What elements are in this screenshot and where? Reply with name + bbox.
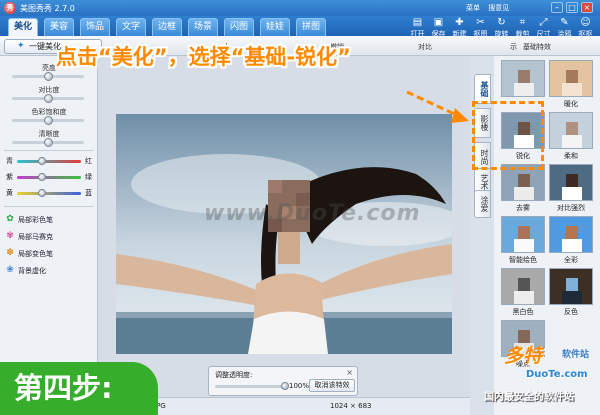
effect-preview	[549, 164, 593, 201]
slider-knob[interactable]	[38, 157, 46, 165]
tab-frame[interactable]: 边框	[152, 18, 182, 36]
transparency-label: 调整透明度:	[215, 371, 253, 379]
sharpness-slider[interactable]	[12, 138, 84, 147]
effect-black-white[interactable]: 黑白色	[501, 268, 545, 317]
effect-smart-color[interactable]: 智能绘色	[501, 216, 545, 265]
tab-text[interactable]: 文字	[116, 18, 146, 36]
arrow-icon	[406, 90, 469, 123]
mosaic-icon: ✾	[6, 231, 14, 241]
slider-knob[interactable]	[44, 72, 53, 81]
top-links: 菜单 搜意见	[466, 3, 515, 13]
site-slogan: 国内最安全的软件站	[484, 392, 574, 403]
effect-preview	[549, 112, 593, 149]
main-tab-bar: 美化 美容 饰品 文字 边框 场景 闪图 娃娃 拼图 ▤ 打开 ▣ 保存 ✚ 新建 ✂…	[0, 16, 600, 38]
minimize-button[interactable]: –	[551, 2, 563, 13]
magic-wand-icon: ✦	[17, 41, 25, 51]
maximize-button[interactable]: □	[566, 2, 578, 13]
chat-icon: ☺	[580, 17, 591, 28]
background-blur-button[interactable]: ❀ 背景虚化	[6, 265, 46, 276]
slider-knob[interactable]	[38, 189, 46, 197]
effect-warm[interactable]: 暖化	[549, 60, 593, 109]
tab-beauty[interactable]: 美容	[44, 18, 74, 36]
saturation-slider[interactable]	[12, 116, 84, 125]
transparency-value: 100%	[289, 382, 310, 390]
local-color-pen-button[interactable]: ✿ 局部彩色笔	[6, 214, 53, 225]
edited-photo: www.DuoTe.com	[116, 114, 452, 354]
effect-preview	[549, 216, 593, 253]
sharpen-highlight-box	[472, 101, 544, 170]
close-icon[interactable]: ×	[346, 368, 353, 377]
brush-icon: ✎	[560, 17, 569, 28]
window-title: 美图秀秀 2.7.0	[20, 4, 75, 13]
compare-button[interactable]: 对比	[418, 42, 432, 52]
cyan-red-slider[interactable]: 青 红	[6, 156, 92, 166]
local-mosaic-button[interactable]: ✾ 局部马赛克	[6, 231, 53, 242]
magenta-green-slider[interactable]: 紫 绿	[6, 172, 92, 182]
effect-soft[interactable]: 柔和	[549, 112, 593, 161]
step-badge: 第四步:	[0, 362, 158, 415]
show-label: 示	[510, 43, 517, 51]
resize-icon: ⤢	[539, 17, 548, 28]
site-logo: 多特 软件站 DuoTe.com 国内最安全的软件站	[476, 339, 600, 415]
tab-love[interactable]: 涂爱	[474, 190, 491, 218]
site-sub: 软件站	[562, 350, 590, 360]
effect-preview	[549, 268, 593, 305]
cutout-icon: ✂	[476, 17, 485, 28]
effect-full-color[interactable]: 全彩	[549, 216, 593, 265]
effect-high-contrast[interactable]: 对比强烈	[549, 164, 593, 213]
tab-flash[interactable]: 闪图	[224, 18, 254, 36]
effect-preview	[501, 216, 545, 253]
close-button[interactable]: ×	[581, 2, 593, 13]
save-icon: ▣	[433, 17, 444, 28]
site-brand: 多特	[504, 345, 543, 367]
photo-image	[116, 114, 452, 354]
yellow-blue-slider[interactable]: 黄 蓝	[6, 188, 92, 198]
blur-icon: ❀	[6, 265, 14, 275]
tab-doll[interactable]: 娃娃	[260, 18, 290, 36]
new-icon: ✚	[455, 17, 464, 28]
effect-dehaze[interactable]: 去雾	[501, 164, 545, 213]
effect-normal[interactable]	[501, 60, 545, 99]
crop-icon: ⌗	[519, 17, 526, 28]
slider-knob[interactable]	[281, 382, 289, 390]
color-pen-icon: ✿	[6, 214, 14, 224]
slider-knob[interactable]	[38, 173, 46, 181]
slider-knob[interactable]	[44, 116, 53, 125]
divider	[4, 206, 94, 207]
instruction-callout: 点击“美化”，选择“基础-锐化”	[56, 45, 351, 69]
local-recolor-pen-button[interactable]: ✽ 局部变色笔	[6, 248, 53, 259]
tab-scene[interactable]: 场景	[188, 18, 218, 36]
transparency-slider[interactable]	[215, 382, 289, 390]
effect-category-label: 基础特效	[523, 43, 551, 51]
effect-preview	[549, 60, 593, 97]
effect-preview	[501, 60, 545, 97]
brightness-slider[interactable]	[12, 72, 84, 81]
slider-knob[interactable]	[44, 94, 53, 103]
effect-preview	[501, 268, 545, 305]
transparency-panel: 调整透明度: × 100% 取消该特效	[208, 366, 358, 396]
contrast-slider[interactable]	[12, 94, 84, 103]
rotate-icon: ↻	[497, 17, 506, 28]
site-domain: DuoTe.com	[526, 369, 588, 380]
folder-icon: ▤	[412, 17, 423, 28]
slider-knob[interactable]	[44, 138, 53, 147]
divider	[4, 150, 94, 151]
tab-accessories[interactable]: 饰品	[80, 18, 110, 36]
tab-beautify[interactable]: 美化	[8, 18, 38, 36]
title-bar: 秀 美图秀秀 2.7.0 菜单 搜意见 – □ ×	[0, 0, 600, 16]
tab-collage[interactable]: 拼图	[296, 18, 326, 36]
app-logo-icon: 秀	[4, 2, 16, 14]
tab-basic[interactable]: 基础	[474, 74, 491, 104]
menu-link[interactable]: 菜单	[466, 4, 480, 12]
image-dimensions: 1024 × 683	[330, 402, 372, 410]
feedback-link[interactable]: 搜意见	[488, 4, 509, 12]
cancel-effect-button[interactable]: 取消该特效	[309, 379, 355, 392]
watermark-text: www.DuoTe.com	[204, 201, 421, 226]
effect-invert[interactable]: 反色	[549, 268, 593, 317]
recolor-pen-icon: ✽	[6, 248, 14, 258]
